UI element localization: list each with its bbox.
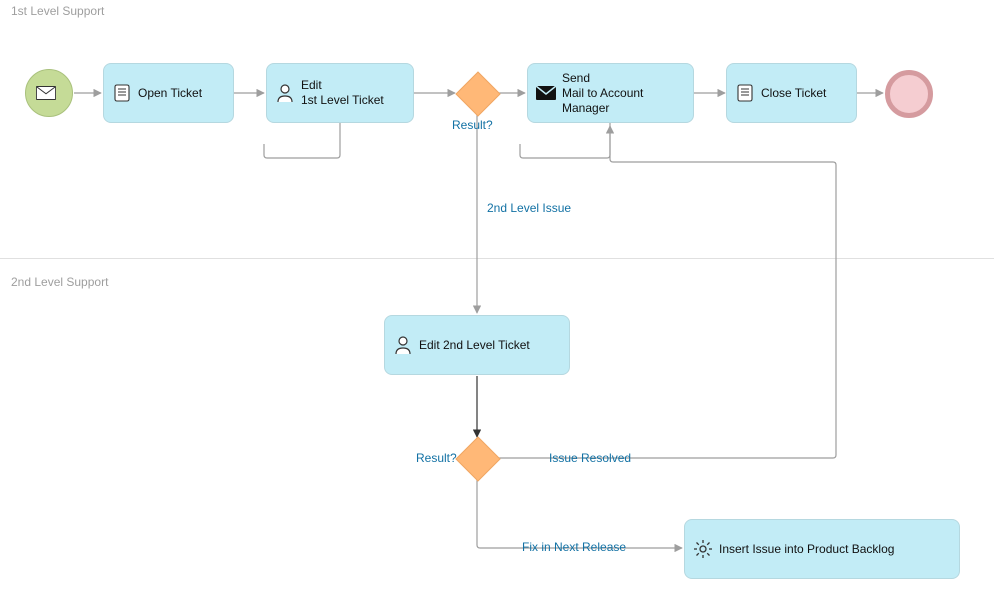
- lane-divider: [0, 258, 994, 259]
- user-icon: [275, 83, 295, 103]
- task-open-ticket[interactable]: Open Ticket: [103, 63, 234, 123]
- flow-label-2nd-level-issue: 2nd Level Issue: [487, 201, 571, 215]
- end-event[interactable]: [885, 70, 933, 118]
- task-send-mail-label: Send Mail to Account Manager: [562, 71, 685, 116]
- task-close-ticket-label: Close Ticket: [761, 86, 848, 101]
- start-event[interactable]: [25, 69, 73, 117]
- bpmn-canvas: 1st Level Support 2nd Level Support: [0, 0, 994, 600]
- gear-icon: [693, 539, 713, 559]
- task-insert-backlog-label: Insert Issue into Product Backlog: [719, 542, 951, 557]
- lane-1-label: 1st Level Support: [11, 4, 104, 18]
- edge-sendmail-feedback-a: [520, 123, 610, 158]
- gateway-result-2-label: Result?: [416, 451, 457, 465]
- script-icon: [735, 83, 755, 103]
- task-send-mail[interactable]: Send Mail to Account Manager: [527, 63, 694, 123]
- task-edit-l2-label: Edit 2nd Level Ticket: [419, 338, 561, 353]
- edge-editl1-feedback: [264, 123, 340, 158]
- task-edit-l1-label: Edit 1st Level Ticket: [301, 78, 405, 108]
- gateway-result-2[interactable]: [455, 436, 500, 481]
- task-open-ticket-label: Open Ticket: [138, 86, 225, 101]
- script-icon: [112, 83, 132, 103]
- edge-g2-resolved-to-sendmail: [498, 126, 836, 458]
- task-edit-l1[interactable]: Edit 1st Level Ticket: [266, 63, 414, 123]
- mail-filled-icon: [536, 83, 556, 103]
- gateway-result-1-label: Result?: [452, 118, 493, 132]
- flow-label-fix-next-release: Fix in Next Release: [522, 540, 626, 554]
- flow-label-issue-resolved: Issue Resolved: [549, 451, 631, 465]
- envelope-icon: [36, 83, 56, 103]
- edge-g2-fix-to-backlog: [477, 480, 682, 548]
- task-edit-l2[interactable]: Edit 2nd Level Ticket: [384, 315, 570, 375]
- lane-2-label: 2nd Level Support: [11, 275, 108, 289]
- user-icon: [393, 335, 413, 355]
- task-close-ticket[interactable]: Close Ticket: [726, 63, 857, 123]
- task-insert-backlog[interactable]: Insert Issue into Product Backlog: [684, 519, 960, 579]
- gateway-result-1[interactable]: [455, 71, 500, 116]
